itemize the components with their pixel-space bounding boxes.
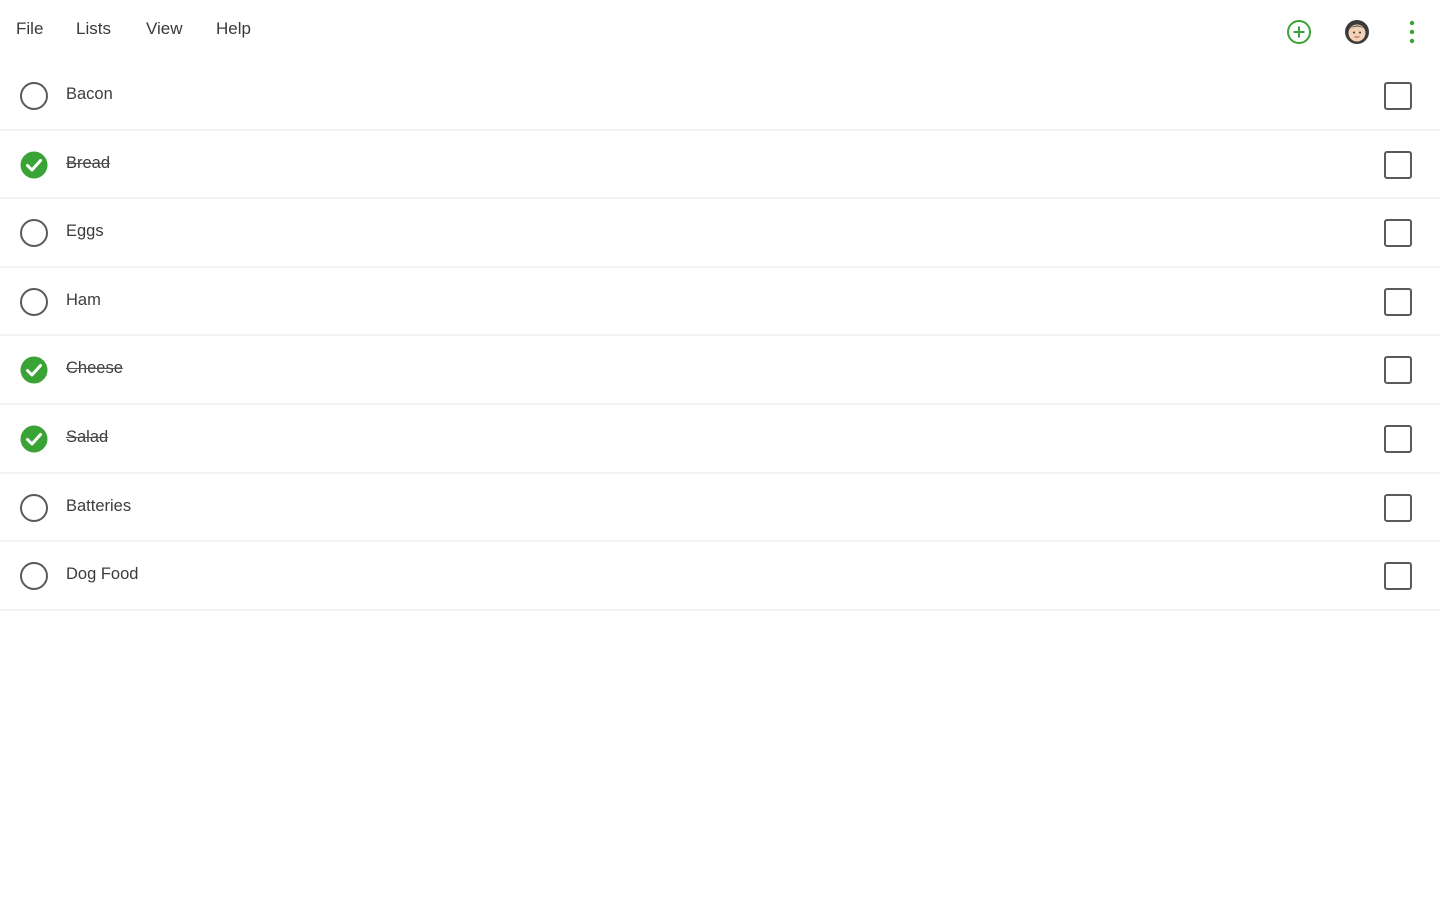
- list-item: Salad: [0, 405, 1440, 474]
- item-checkbox[interactable]: [1384, 356, 1412, 385]
- menu-view[interactable]: View: [146, 19, 183, 39]
- avatar-icon: [1345, 20, 1369, 44]
- item-checkbox[interactable]: [1384, 82, 1412, 110]
- item-label: Eggs: [66, 222, 104, 241]
- empty-circle-icon[interactable]: [19, 81, 49, 111]
- more-vertical-icon: [1409, 20, 1415, 44]
- list-item: Batteries: [0, 474, 1440, 543]
- shopping-list: Bacon Bread Eggs Ham Cheese Salad Batter…: [0, 62, 1440, 611]
- list-item: Ham: [0, 268, 1440, 337]
- account-button[interactable]: [1343, 18, 1371, 46]
- menu-help[interactable]: Help: [216, 19, 251, 39]
- check-circle-icon[interactable]: [19, 424, 49, 454]
- check-circle-icon[interactable]: [19, 355, 49, 385]
- item-label: Batteries: [66, 496, 132, 515]
- item-label: Bread: [66, 153, 111, 172]
- empty-circle-icon[interactable]: [19, 287, 49, 317]
- list-item: Eggs: [0, 199, 1440, 268]
- item-label: Cheese: [66, 359, 123, 378]
- empty-circle-icon[interactable]: [19, 561, 49, 591]
- menu-lists[interactable]: Lists: [76, 19, 111, 39]
- item-label: Bacon: [66, 85, 113, 103]
- item-checkbox[interactable]: [1384, 150, 1412, 179]
- item-checkbox[interactable]: [1384, 424, 1412, 453]
- item-label: Salad: [66, 427, 109, 446]
- item-checkbox[interactable]: [1384, 493, 1412, 522]
- menu-file[interactable]: File: [16, 19, 43, 39]
- check-circle-icon[interactable]: [19, 150, 49, 180]
- list-item: Bacon: [0, 62, 1440, 131]
- item-checkbox[interactable]: [1384, 562, 1412, 591]
- item-checkbox[interactable]: [1384, 287, 1412, 316]
- more-options-button[interactable]: [1398, 18, 1426, 46]
- menu-bar: File Lists View Help: [0, 0, 1440, 62]
- item-label: Ham: [66, 290, 101, 309]
- item-label: Dog Food: [66, 565, 139, 584]
- list-item: Bread: [0, 131, 1440, 200]
- list-item: Cheese: [0, 336, 1440, 405]
- empty-circle-icon[interactable]: [19, 493, 49, 523]
- add-item-button[interactable]: [1285, 18, 1313, 46]
- item-checkbox[interactable]: [1384, 219, 1412, 248]
- plus-circle-icon: [1287, 20, 1311, 44]
- list-item: Dog Food: [0, 542, 1440, 611]
- empty-circle-icon[interactable]: [19, 218, 49, 248]
